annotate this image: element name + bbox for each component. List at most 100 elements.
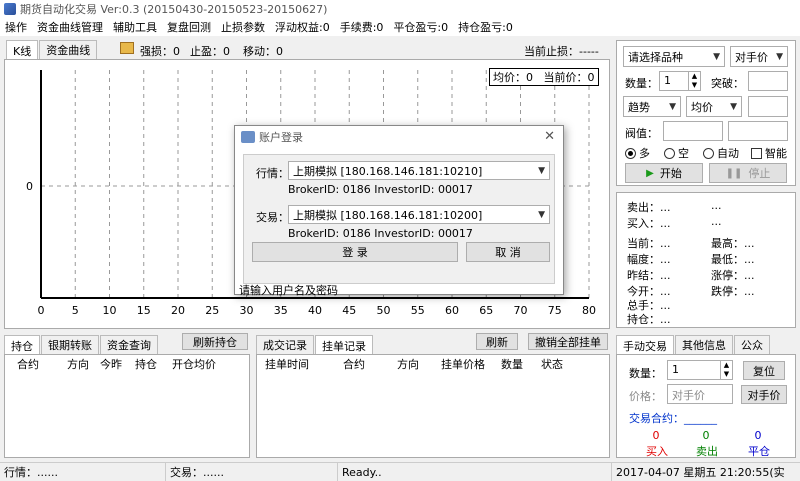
quote-broker-ids: BrokerID: 0186 InvestorID: 00017	[288, 183, 473, 196]
tab-other-info[interactable]: 其他信息	[675, 335, 733, 354]
quote-high: 最高：...	[711, 237, 755, 250]
close-count: 0	[754, 429, 762, 442]
col-today-yest: 今昨	[100, 358, 122, 371]
menu-close-pnl: 平仓盈亏:0	[393, 21, 449, 34]
manual-qty-input[interactable]: 1 ▲ ▼	[667, 360, 733, 380]
tab-manual-trade[interactable]: 手动交易	[616, 335, 674, 355]
position-tabs: 持仓 银期转账 资金查询	[4, 335, 159, 355]
buy-count: 0	[652, 429, 660, 442]
trade-server-select[interactable]: 上期模拟 [180.168.146.181:10200] ▼	[288, 205, 550, 224]
order-tabs: 成交记录 挂单记录	[256, 335, 374, 355]
tab-bank-transfer[interactable]: 银期转账	[41, 335, 99, 354]
col-order-time: 挂单时间	[265, 358, 309, 371]
menu-hold-pnl: 持仓盈亏:0	[458, 21, 513, 34]
radio-auto[interactable]	[703, 147, 714, 159]
price-type-select[interactable]: 对手价 ▼	[730, 46, 788, 67]
close-icon[interactable]: ✕	[544, 129, 555, 144]
refresh-button[interactable]: 刷新	[476, 333, 518, 350]
qty-label: 数量：	[625, 77, 658, 90]
price-overlay: 均价：0 当前价：0	[489, 68, 599, 86]
status-ready: Ready..	[338, 463, 612, 481]
x-tick-label: 65	[479, 304, 493, 317]
dialog-title: 账户登录	[259, 131, 303, 144]
cancel-button[interactable]: 取 消	[466, 242, 550, 262]
tab-trade-records[interactable]: 成交记录	[256, 335, 314, 354]
menu-fund-curve[interactable]: 资金曲线管理	[32, 19, 108, 35]
menu-backtest[interactable]: 复盘回测	[162, 19, 216, 35]
x-tick-label: 5	[72, 304, 79, 317]
login-button[interactable]: 登 录	[252, 242, 458, 262]
x-tick-label: 20	[171, 304, 185, 317]
dialog-body: 行情： 上期模拟 [180.168.146.181:10210] ▼ Broker…	[243, 154, 555, 284]
refresh-position-button[interactable]: 刷新持仓	[182, 333, 248, 350]
menu-stop-params[interactable]: 止损参数	[216, 19, 270, 35]
status-datetime: 2017-04-07 星期五 21:20:55(实	[616, 466, 785, 479]
x-tick-label: 80	[582, 304, 596, 317]
x-tick-label: 25	[205, 304, 219, 317]
quote-limit-down: 跌停：...	[711, 285, 755, 298]
col-order-price: 挂单价格	[441, 358, 485, 371]
quote-server-label: 行情：	[256, 167, 289, 180]
menu-fee: 手续费:0	[339, 21, 384, 34]
breakout-label: 突破：	[711, 77, 744, 90]
close-position-button[interactable]: 平仓	[739, 443, 779, 459]
position-table: 合约 方向 今昨 持仓 开仓均价	[4, 354, 250, 458]
stop-button[interactable]: ❚❚ 停止	[709, 163, 787, 183]
menu-tools[interactable]: 辅助工具	[108, 19, 162, 35]
menu-operate[interactable]: 操作	[0, 19, 32, 35]
dialog-titlebar: 账户登录 ✕	[235, 126, 563, 148]
tab-public[interactable]: 公众	[734, 335, 770, 354]
x-tick-label: 0	[38, 304, 45, 317]
radio-long[interactable]	[625, 147, 636, 159]
direction-radios: 多 空 自动 智能	[625, 145, 787, 161]
x-tick-label: 50	[377, 304, 391, 317]
order-table: 挂单时间 合约 方向 挂单价格 数量 状态	[256, 354, 610, 458]
tab-order-records[interactable]: 挂单记录	[315, 335, 373, 355]
radio-short[interactable]	[664, 147, 675, 159]
manual-qty-spinner[interactable]: ▲ ▼	[720, 361, 732, 379]
cancel-all-orders-button[interactable]: 撤销全部挂单	[528, 333, 608, 350]
reset-button[interactable]: 复位	[743, 361, 785, 380]
qty-spinner[interactable]: ▲ ▼	[688, 72, 700, 90]
quote-current: 当前：...	[627, 237, 671, 250]
status-bar: 行情：...... 交易：...... Ready.. 2017-04-07 星…	[0, 462, 800, 481]
tab-fund-query[interactable]: 资金查询	[100, 335, 158, 354]
manual-qty-label: 数量：	[629, 367, 662, 380]
quote-buy: 买入：...	[627, 217, 671, 230]
x-tick-label: 30	[240, 304, 254, 317]
symbol-select[interactable]: 请选择品种 ▼	[623, 46, 725, 67]
trade-server-label: 交易：	[256, 211, 289, 224]
quote-buy-vol: ...	[711, 215, 722, 228]
x-tick-label: 35	[274, 304, 288, 317]
smart-checkbox[interactable]	[751, 147, 762, 159]
status-quote: 行情：......	[0, 463, 166, 481]
col-direction: 方向	[67, 358, 89, 371]
tab-kline[interactable]: K线	[6, 40, 39, 60]
avg-select[interactable]: 均价 ▼	[686, 96, 742, 117]
buy-button[interactable]: 买入	[637, 443, 677, 459]
col-open-avg: 开仓均价	[172, 358, 216, 371]
sell-count: 0	[702, 429, 710, 442]
tab-position[interactable]: 持仓	[4, 335, 40, 355]
col-order-contract: 合约	[343, 358, 365, 371]
breakout-input[interactable]	[748, 71, 788, 91]
avg-input[interactable]	[748, 96, 788, 117]
sell-button[interactable]: 卖出	[687, 443, 727, 459]
trend-select[interactable]: 趋势 ▼	[623, 96, 681, 117]
col-order-direction: 方向	[397, 358, 419, 371]
manual-price-input[interactable]: 对手价	[667, 384, 733, 404]
opponent-price-button[interactable]: 对手价	[741, 385, 787, 404]
take-profit-text: 止盈：0	[190, 45, 230, 58]
threshold-input-1[interactable]	[663, 121, 723, 141]
threshold-input-2[interactable]	[728, 121, 788, 141]
quote-server-select[interactable]: 上期模拟 [180.168.146.181:10210] ▼	[288, 161, 550, 180]
start-button[interactable]: ▶ 开始	[625, 163, 703, 183]
tab-fund-curve[interactable]: 资金曲线	[39, 40, 98, 59]
app-icon	[4, 3, 16, 15]
quote-low: 最低：...	[711, 253, 755, 266]
qty-input[interactable]: 1 ▲ ▼	[659, 71, 701, 91]
stop-loss-text: 强损：0	[140, 45, 180, 58]
strategy-panel: 请选择品种 ▼ 对手价 ▼ 数量： 1 ▲ ▼ 突破： 趋势 ▼ 均价 ▼ 阀值： 多 空…	[616, 40, 796, 186]
play-icon: ▶	[646, 167, 654, 179]
col-holding: 持仓	[135, 358, 157, 371]
